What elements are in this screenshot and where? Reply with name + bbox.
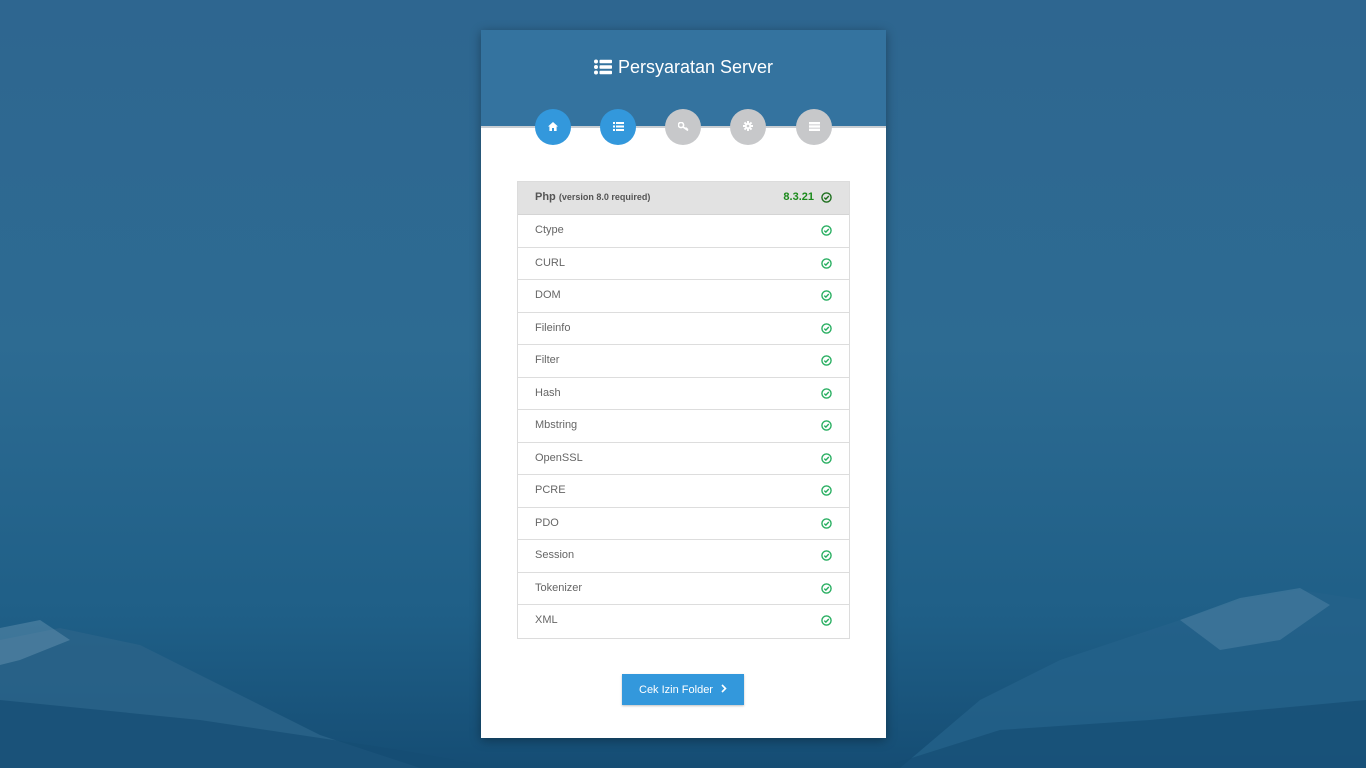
step-home[interactable] [535,109,571,145]
check-circle-icon [821,387,832,399]
table-row: DOM [518,280,849,313]
table-row: Tokenizer [518,573,849,605]
extension-name: PCRE [535,484,566,496]
installer-panel: Persyaratan Server Php (version 8.0 requ… [481,30,886,738]
extension-name: Session [535,549,575,561]
check-circle-icon [821,485,832,496]
check-circle-icon [821,517,832,529]
gear-icon [743,118,753,136]
check-circle-icon [821,322,832,334]
check-folder-permissions-button[interactable]: Cek Izin Folder [622,674,744,705]
extension-name: XML [535,614,558,626]
requirements-table: Php (version 8.0 required) 8.3.21 Ctype C… [517,181,850,639]
check-circle-icon [821,452,832,464]
check-circle-icon [821,192,832,203]
step-settings[interactable] [730,109,766,145]
check-circle-icon [821,290,832,301]
server-icon [808,118,820,136]
extension-name: CURL [535,256,565,269]
next-button-label: Cek Izin Folder [639,683,713,696]
table-row: Filter [518,345,849,378]
check-circle-icon [821,257,832,269]
extension-name: Mbstring [535,419,578,431]
panel-header: Persyaratan Server [481,30,886,145]
php-version-note: (version 8.0 required) [558,192,651,202]
check-circle-icon [821,582,832,594]
step-finish[interactable] [796,109,832,145]
table-row: Hash [518,378,849,410]
page-title: Persyaratan Server [481,56,886,80]
page-title-text: Persyaratan Server [617,57,774,77]
check-circle-icon [821,615,832,626]
table-row: Mbstring [518,410,849,443]
table-row: PDO [518,508,849,540]
list-icon [593,58,612,80]
table-row: PCRE [518,475,849,508]
extension-list: Ctype CURL DOM Fileinfo Filter Hash Mbstring Op… [518,215,849,638]
extension-name: OpenSSL [535,451,583,464]
check-circle-icon [821,550,832,561]
table-row: XML [518,605,849,638]
chevron-right-icon [721,683,727,696]
extension-name: Hash [535,386,561,399]
table-row: Ctype [518,215,849,248]
list-icon [612,118,624,136]
table-row: CURL [518,248,849,280]
table-row: OpenSSL [518,443,849,475]
extension-name: Filter [535,354,560,366]
step-requirements[interactable] [600,109,636,145]
extension-name: Fileinfo [535,321,571,334]
step-indicator [481,109,886,145]
extension-name: DOM [535,289,561,301]
key-icon [677,118,689,136]
php-requirement-row: Php (version 8.0 required) 8.3.21 [518,182,849,215]
extension-name: Ctype [535,224,564,236]
home-icon [548,118,558,136]
extension-name: PDO [535,516,559,529]
check-circle-icon [821,355,832,366]
php-label: Php [535,191,556,203]
step-permissions[interactable] [665,109,701,145]
check-circle-icon [821,420,832,431]
check-circle-icon [821,225,832,236]
table-row: Session [518,540,849,573]
table-row: Fileinfo [518,313,849,345]
extension-name: Tokenizer [535,581,583,594]
php-version-value: 8.3.21 [783,191,814,203]
